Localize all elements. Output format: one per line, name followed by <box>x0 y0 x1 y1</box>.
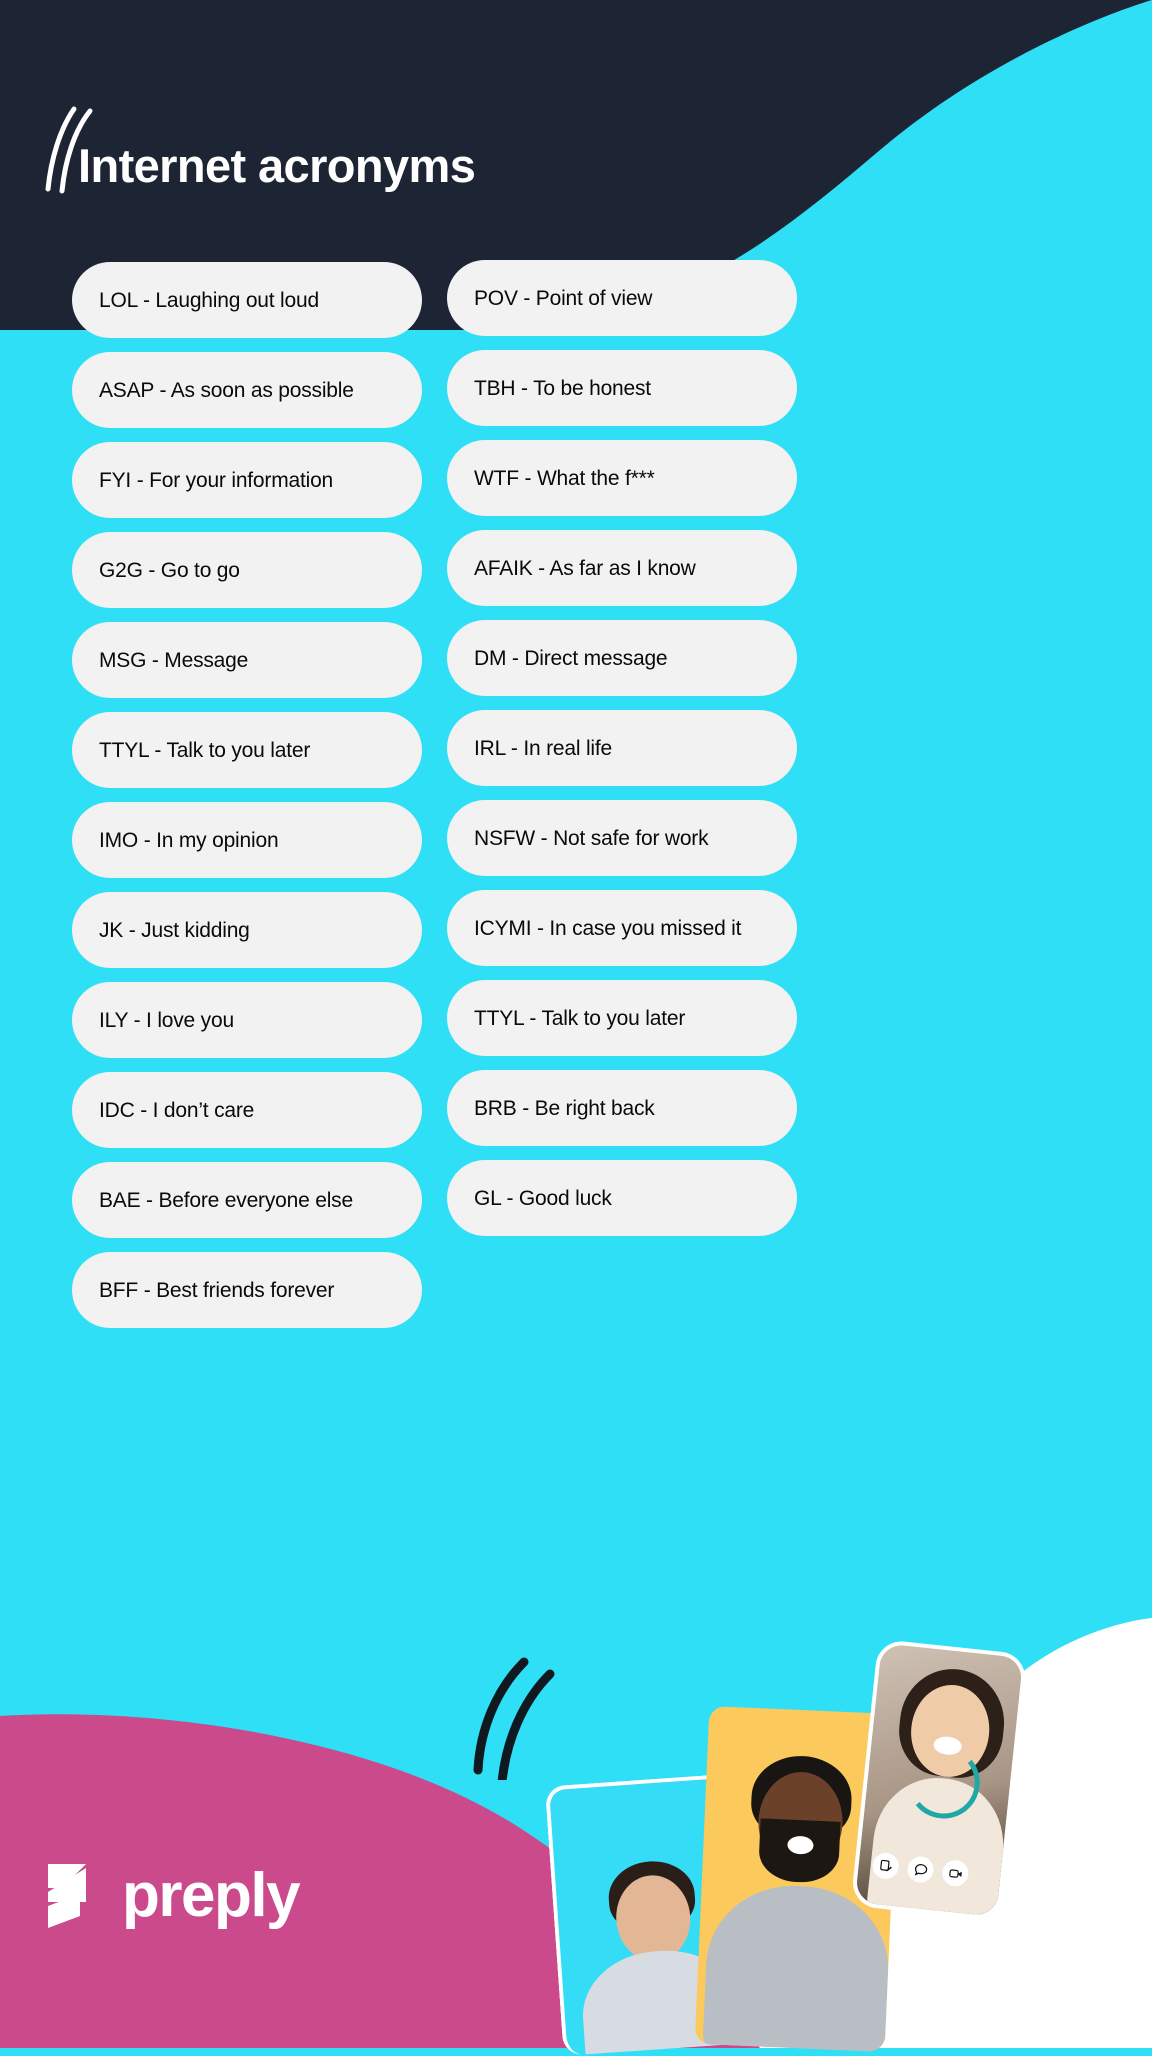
acronym-pill[interactable]: NSFW - Not safe for work <box>447 800 797 876</box>
acronym-label: FYI - For your information <box>99 468 334 492</box>
acronym-pill[interactable]: MSG - Message <box>72 622 422 698</box>
acronym-label: GL - Good luck <box>474 1186 612 1210</box>
acronym-label: MSG - Message <box>99 648 249 672</box>
acronym-pill[interactable]: GL - Good luck <box>447 1160 797 1236</box>
preply-logo[interactable]: preply <box>46 1861 301 1930</box>
motion-lines-icon <box>473 1657 555 1780</box>
acronym-label: IRL - In real life <box>474 736 613 760</box>
photo-collage <box>452 1618 1152 2056</box>
acronym-label: ICYMI - In case you missed it <box>474 916 742 940</box>
acronym-label: ASAP - As soon as possible <box>99 378 354 402</box>
acronym-label: G2G - Go to go <box>99 558 240 582</box>
acronym-label: IDC - I don’t care <box>99 1098 255 1122</box>
acronym-label: BFF - Best friends forever <box>99 1278 335 1302</box>
preply-logo-mark <box>48 1864 86 1928</box>
brand-name: preply <box>122 1861 301 1930</box>
acronym-pill[interactable]: ILY - I love you <box>72 982 422 1058</box>
acronym-pill[interactable]: ICYMI - In case you missed it <box>447 890 797 966</box>
acronym-pill[interactable]: DM - Direct message <box>447 620 797 696</box>
acronym-pill[interactable]: G2G - Go to go <box>72 532 422 608</box>
video-icon[interactable] <box>941 1858 970 1888</box>
acronym-pill[interactable]: AFAIK - As far as I know <box>447 530 797 606</box>
acronym-pill[interactable]: FYI - For your information <box>72 442 422 518</box>
acronym-pill[interactable]: JK - Just kidding <box>72 892 422 968</box>
acronym-column-right: POV - Point of view TBH - To be honest W… <box>447 260 797 1250</box>
acronym-label: IMO - In my opinion <box>99 828 279 852</box>
acronym-pill[interactable]: POV - Point of view <box>447 260 797 336</box>
acronym-label: POV - Point of view <box>474 286 653 310</box>
acronym-label: JK - Just kidding <box>99 918 250 942</box>
photo-card-video <box>850 1638 1028 1922</box>
acronym-label: BRB - Be right back <box>474 1096 655 1120</box>
acronym-pill[interactable]: IMO - In my opinion <box>72 802 422 878</box>
acronym-label: TBH - To be honest <box>474 376 651 400</box>
acronym-pill[interactable]: LOL - Laughing out loud <box>72 262 422 338</box>
acronym-pill[interactable]: IDC - I don’t care <box>72 1072 422 1148</box>
acronym-label: TTYL - Talk to you later <box>99 738 311 762</box>
acronym-label: AFAIK - As far as I know <box>474 556 696 580</box>
notes-icon[interactable] <box>871 1851 901 1881</box>
chat-icon[interactable] <box>906 1855 935 1884</box>
acronym-pill[interactable]: IRL - In real life <box>447 710 797 786</box>
person-body <box>702 1882 892 2052</box>
acronym-pill[interactable]: WTF - What the f*** <box>447 440 797 516</box>
acronym-label: ILY - I love you <box>99 1008 234 1032</box>
acronym-pill[interactable]: TTYL - Talk to you later <box>447 980 797 1056</box>
acronym-list: LOL - Laughing out loud ASAP - As soon a… <box>0 0 1152 1700</box>
acronym-column-left: LOL - Laughing out loud ASAP - As soon a… <box>72 262 422 1342</box>
acronym-pill[interactable]: TTYL - Talk to you later <box>72 712 422 788</box>
acronym-pill[interactable]: BFF - Best friends forever <box>72 1252 422 1328</box>
acronym-pill[interactable]: BAE - Before everyone else <box>72 1162 422 1238</box>
acronym-label: BAE - Before everyone else <box>99 1188 353 1212</box>
acronym-label: NSFW - Not safe for work <box>474 826 709 850</box>
acronym-label: DM - Direct message <box>474 646 668 670</box>
page-title: Internet acronyms <box>78 139 476 192</box>
acronym-label: WTF - What the f*** <box>474 466 655 490</box>
acronym-pill[interactable]: BRB - Be right back <box>447 1070 797 1146</box>
acronym-label: TTYL - Talk to you later <box>474 1006 686 1030</box>
acronym-pill[interactable]: TBH - To be honest <box>447 350 797 426</box>
acronym-pill[interactable]: ASAP - As soon as possible <box>72 352 422 428</box>
acronym-label: LOL - Laughing out loud <box>99 288 319 312</box>
